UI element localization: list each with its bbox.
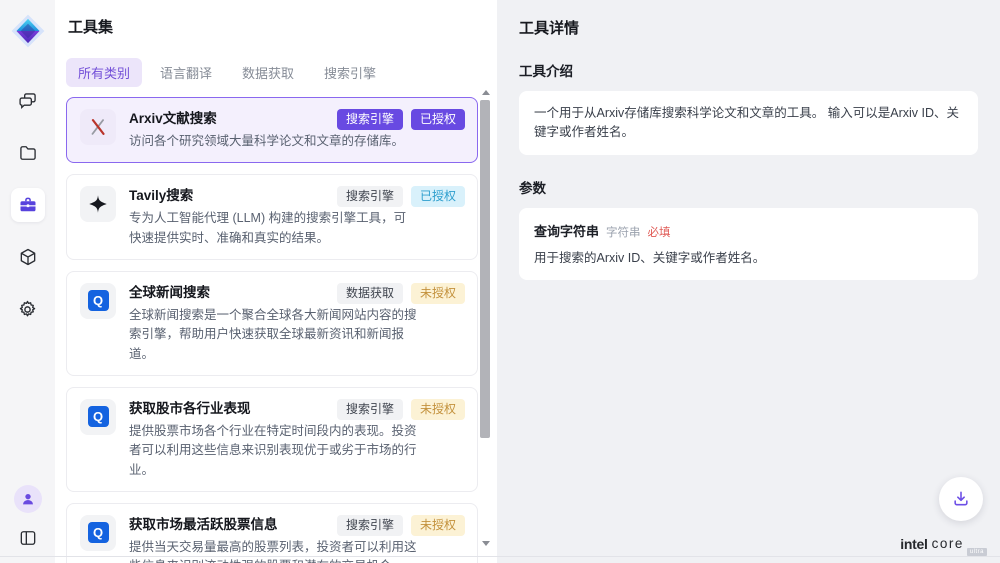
sidebar	[0, 0, 55, 563]
tool-icon	[80, 186, 116, 222]
tool-icon	[80, 109, 116, 145]
ultra-badge: ultra	[967, 548, 987, 556]
tool-icon: Q	[80, 399, 116, 435]
core-logo-text: core	[932, 536, 964, 551]
scroll-up-arrow-icon[interactable]	[482, 90, 490, 95]
param-header: 查询字符串 字符串 必填	[534, 221, 963, 240]
auth-status-badge: 未授权	[411, 283, 465, 304]
tavily-sparkle-icon	[87, 193, 109, 215]
app-logo-icon	[11, 14, 45, 48]
tool-detail-panel: 工具详情 工具介绍 一个用于从Arxiv存储库搜索科学论文和文章的工具。 输入可…	[497, 0, 1000, 563]
tab-3[interactable]: 搜索引擎	[312, 58, 388, 87]
cube-icon	[18, 247, 38, 267]
intro-section-label: 工具介绍	[519, 60, 978, 80]
tool-card[interactable]: Tavily搜索 专为人工智能代理 (LLM) 构建的搜索引擎工具，可快速提供实…	[66, 174, 478, 260]
arxiv-icon	[87, 116, 109, 138]
auth-status-badge: 已授权	[411, 186, 465, 207]
scrollbar-thumb[interactable]	[480, 100, 490, 438]
intel-logo-text: intel	[900, 536, 927, 552]
category-badge: 搜索引擎	[337, 186, 403, 207]
tool-list-panel: 工具集 所有类别语言翻译数据获取搜索引擎 Arxiv文献搜索 访问各个研究领域大…	[55, 0, 497, 563]
tool-badges: 搜索引擎 已授权	[337, 109, 465, 130]
tool-card[interactable]: Q 获取市场最活跃股票信息 提供当天交易量最高的股票列表，投资者可以利用这些信息…	[66, 503, 478, 563]
tool-badges: 搜索引擎 未授权	[337, 399, 465, 420]
tool-description: 专为人工智能代理 (LLM) 构建的搜索引擎工具，可快速提供实时、准确和真实的结…	[129, 209, 417, 248]
auth-status-badge: 未授权	[411, 399, 465, 420]
params-section-label: 参数	[519, 177, 978, 197]
tool-card[interactable]: Q 获取股市各行业表现 提供股票市场各个行业在特定时间段内的表现。投资者可以利用…	[66, 387, 478, 492]
tool-badges: 数据获取 未授权	[337, 283, 465, 304]
toolbox-icon	[18, 195, 38, 215]
tab-2[interactable]: 数据获取	[230, 58, 306, 87]
detail-title: 工具详情	[519, 17, 978, 38]
q-logo-icon: Q	[88, 522, 109, 543]
gear-icon	[17, 299, 38, 320]
category-badge: 数据获取	[337, 283, 403, 304]
panel-toggle-button[interactable]	[13, 523, 43, 553]
category-badge: 搜索引擎	[337, 515, 403, 536]
tool-icon: Q	[80, 515, 116, 551]
intel-core-logo: intel core ultra	[900, 536, 987, 556]
auth-status-badge: 已授权	[411, 109, 465, 130]
window-bottom-divider	[0, 556, 1000, 557]
folder-icon	[18, 143, 38, 163]
auth-status-badge: 未授权	[411, 515, 465, 536]
param-description: 用于搜索的Arxiv ID、关键字或作者姓名。	[534, 249, 963, 268]
panel-layout-icon	[18, 528, 38, 548]
scroll-down-arrow-icon[interactable]	[482, 541, 490, 546]
sidebar-item-chat[interactable]	[11, 84, 45, 118]
person-icon	[20, 491, 36, 507]
tab-0[interactable]: 所有类别	[66, 58, 142, 87]
intro-text: 一个用于从Arxiv存储库搜索科学论文和文章的工具。 输入可以是Arxiv ID…	[534, 104, 963, 142]
tool-description: 访问各个研究领域大量科学论文和文章的存储库。	[129, 132, 404, 151]
tool-icon: Q	[80, 283, 116, 319]
tool-description: 全球新闻搜索是一个聚合全球各大新闻网站内容的搜索引擎，帮助用户快速获取全球最新资…	[129, 306, 417, 364]
sidebar-item-files[interactable]	[11, 136, 45, 170]
sidebar-item-settings[interactable]	[11, 292, 45, 326]
q-logo-icon: Q	[88, 406, 109, 427]
category-badge: 搜索引擎	[337, 109, 403, 130]
tool-list: Arxiv文献搜索 访问各个研究领域大量科学论文和文章的存储库。 搜索引擎 已授…	[66, 97, 478, 563]
page-title: 工具集	[66, 16, 497, 37]
param-box: 查询字符串 字符串 必填 用于搜索的Arxiv ID、关键字或作者姓名。	[519, 208, 978, 281]
tool-badges: 搜索引擎 已授权	[337, 186, 465, 207]
sidebar-item-tools[interactable]	[11, 188, 45, 222]
list-scrollbar[interactable]	[480, 88, 491, 548]
sidebar-item-models[interactable]	[11, 240, 45, 274]
download-icon	[951, 489, 971, 509]
chat-icon	[18, 91, 38, 111]
app-window: 工具集 所有类别语言翻译数据获取搜索引擎 Arxiv文献搜索 访问各个研究领域大…	[0, 0, 1000, 563]
tool-badges: 搜索引擎 未授权	[337, 515, 465, 536]
tab-1[interactable]: 语言翻译	[148, 58, 224, 87]
param-name: 查询字符串	[534, 221, 599, 240]
category-tabs: 所有类别语言翻译数据获取搜索引擎	[66, 58, 497, 87]
tool-card[interactable]: Arxiv文献搜索 访问各个研究领域大量科学论文和文章的存储库。 搜索引擎 已授…	[66, 97, 478, 163]
download-button[interactable]	[939, 477, 983, 521]
param-required-flag: 必填	[648, 224, 671, 240]
tool-card[interactable]: Q 全球新闻搜索 全球新闻搜索是一个聚合全球各大新闻网站内容的搜索引擎，帮助用户…	[66, 271, 478, 376]
sidebar-bottom	[13, 485, 43, 553]
tool-description: 提供股票市场各个行业在特定时间段内的表现。投资者可以利用这些信息来识别表现优于或…	[129, 422, 417, 480]
q-logo-icon: Q	[88, 290, 109, 311]
param-type: 字符串	[606, 224, 641, 240]
intro-box: 一个用于从Arxiv存储库搜索科学论文和文章的工具。 输入可以是Arxiv ID…	[519, 91, 978, 155]
tool-description: 提供当天交易量最高的股票列表，投资者可以利用这些信息来识别流动性强的股票和潜在的…	[129, 538, 417, 563]
user-avatar[interactable]	[14, 485, 42, 513]
category-badge: 搜索引擎	[337, 399, 403, 420]
sidebar-nav	[11, 84, 45, 326]
